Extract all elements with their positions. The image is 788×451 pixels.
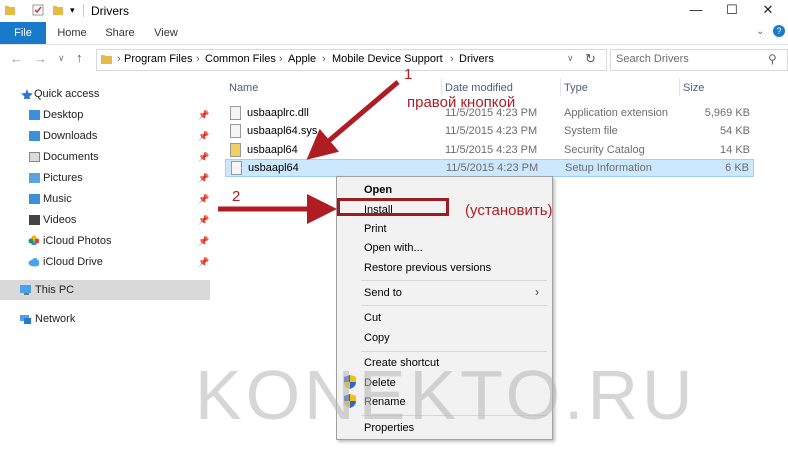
arrow-step1 [306, 80, 400, 160]
annotation-step2-text: (установить) [465, 202, 553, 219]
annotation-step2-number: 2 [232, 188, 241, 205]
annotation-step1-number: 1 [404, 66, 413, 83]
watermark: KONEKTO.RU [195, 356, 697, 434]
annotation-step1-text: правой кнопкой [407, 94, 516, 111]
